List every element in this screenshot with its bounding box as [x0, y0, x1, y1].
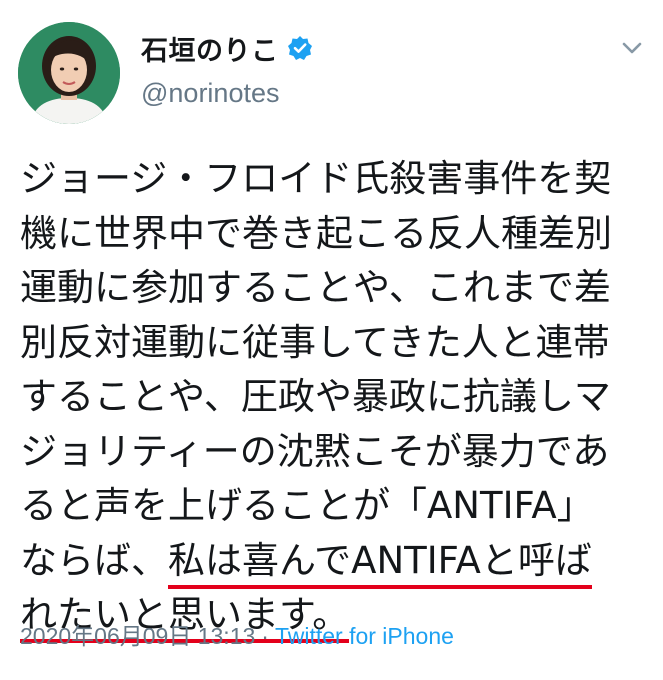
- tweet-card: 石垣のりこ @norinotes ジョージ・フロイド氏殺害事件を契 機に世界中で…: [0, 0, 663, 680]
- author-name-row: 石垣のりこ: [141, 29, 313, 68]
- tweet-line-with-highlight: ならば、私は喜んでANTIFAと呼ば: [20, 534, 650, 589]
- avatar-portrait-icon: [18, 22, 120, 124]
- tweet-source-link[interactable]: Twitter for iPhone: [275, 623, 454, 649]
- tweet-timestamp[interactable]: 2020年06月09日 13:13: [20, 623, 255, 649]
- verified-badge-icon: [287, 35, 313, 61]
- tweet-line: 別反対運動に従事してきた人と連帯: [20, 320, 610, 364]
- chevron-down-icon[interactable]: [618, 38, 646, 58]
- tweet-line: 運動に参加することや、これまで差: [20, 266, 611, 309]
- tweet-line: ると声を上げることが「ANTIFA」: [20, 484, 594, 527]
- author-display-name[interactable]: 石垣のりこ: [141, 29, 279, 68]
- tweet-line: ジョリティーの沈黙こそが暴力であ: [20, 429, 610, 473]
- tweet-meta: 2020年06月09日 13:13 · Twitter for iPhone: [20, 617, 454, 651]
- tweet-body: ジョージ・フロイド氏殺害事件を契 機に世界中で巻き起こる反人種差別 運動に参加す…: [20, 152, 650, 643]
- tweet-text-plain: ならば、: [20, 538, 168, 582]
- avatar[interactable]: [18, 22, 120, 124]
- highlighted-text: 私は喜んでANTIFAと呼ば: [168, 538, 592, 589]
- author-handle[interactable]: @norinotes: [141, 78, 279, 109]
- tweet-line: ジョージ・フロイド氏殺害事件を契: [20, 157, 612, 200]
- tweet-line: 機に世界中で巻き起こる反人種差別: [20, 211, 612, 255]
- meta-separator: ·: [261, 623, 269, 649]
- tweet-line: することや、圧政や暴政に抗議しマ: [20, 375, 611, 418]
